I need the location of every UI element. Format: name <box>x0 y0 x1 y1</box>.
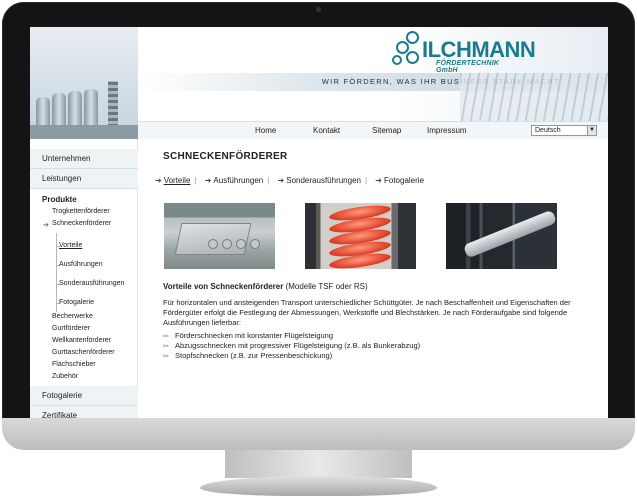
arrow-right-icon: ➔ <box>277 176 285 185</box>
intro-heading: Vorteile von Schneckenförderer <box>163 282 284 291</box>
nav-impressum[interactable]: Impressum <box>427 126 467 135</box>
page-title: SCHNECKENFÖRDERER <box>163 151 288 162</box>
product-photo-trough[interactable] <box>164 203 275 269</box>
main-content: SCHNECKENFÖRDERER ➔ Vorteile | ➔ Ausführung… <box>138 139 608 418</box>
sidebar-item-zertifikate[interactable]: Zertifikate <box>30 406 138 418</box>
sidebar-item-schneckenfoerderer[interactable]: Schneckenförderer <box>52 220 111 227</box>
language-value: Deutsch <box>535 127 561 134</box>
arrow-right-icon: ➔ <box>43 222 49 229</box>
header-silo-image <box>30 27 138 139</box>
intro-line: Vorteile von Schneckenförderer (Modelle … <box>163 282 368 291</box>
product-photo-screw-flight[interactable] <box>305 203 416 269</box>
sidebar: Unternehmen Leistungen Produkte Trogkett… <box>30 139 138 418</box>
header-conveyor-image <box>460 73 608 121</box>
sidebar-subitem-ausfuehrungen[interactable]: Ausführungen <box>59 261 103 268</box>
tree-line <box>56 233 57 312</box>
intro-models: (Modelle TSF oder RS) <box>283 282 368 291</box>
nav-home[interactable]: Home <box>255 126 276 135</box>
sidebar-item-unternehmen[interactable]: Unternehmen <box>30 149 138 169</box>
separator: | <box>194 176 197 185</box>
sidebar-item-flachschieber[interactable]: Flachschieber <box>52 361 96 368</box>
sidebar-item-wellkantenfoerderer[interactable]: Wellkantenförderer <box>52 337 111 344</box>
ilchmann-logo[interactable]: ILCHMANN FÖRDERTECHNIK GmbH <box>392 31 536 74</box>
sidebar-item-leistungen[interactable]: Leistungen <box>30 169 138 189</box>
separator: | <box>267 176 270 185</box>
list-item: ═ Förderschnecken mit konstanter Flügelst… <box>163 331 333 340</box>
feature-list: ═ Förderschnecken mit konstanter Flügelst… <box>163 331 420 361</box>
list-item: ═ Stopfschnecken (z.B. zur Pressenbeschic… <box>163 351 333 360</box>
product-photo-tube-conveyor[interactable] <box>446 203 557 269</box>
nav-kontakt[interactable]: Kontakt <box>313 126 340 135</box>
monitor-stand-neck <box>225 450 412 478</box>
dash-icon: ═ <box>163 341 169 350</box>
subnav-vorteile[interactable]: Vorteile <box>164 176 191 185</box>
sidebar-item-trogkettenfoerderer[interactable]: Trogkettenförderer <box>52 208 110 215</box>
description-paragraph: Für horizontalen und ansteigenden Transp… <box>163 298 571 327</box>
arrow-right-icon: ➔ <box>375 176 382 185</box>
sidebar-item-gurttaschenfoerderer[interactable]: Gurttaschenförderer <box>52 349 115 356</box>
website-screen: ILCHMANN FÖRDERTECHNIK GmbH WIR FÖRDERN,… <box>30 27 608 418</box>
subnav-sonderausfuehrungen[interactable]: Sonderausführungen <box>286 176 361 185</box>
sidebar-item-becherwerke[interactable]: Becherwerke <box>52 313 93 320</box>
list-item: ═ Abzugsschnecken mit progressiver Flügel… <box>163 341 421 350</box>
separator: | <box>364 176 368 185</box>
sub-navigation: ➔ Vorteile | ➔ Ausführungen | ➔ Sonderausführ… <box>155 176 424 186</box>
camera-icon <box>316 7 321 12</box>
dash-icon: ═ <box>163 331 169 340</box>
sidebar-item-fotogalerie[interactable]: Fotogalerie <box>30 386 138 406</box>
top-navigation: Home Kontakt Sitemap Impressum Deutsch ▼ <box>138 121 608 139</box>
logo-subtitle: FÖRDERTECHNIK GmbH <box>436 60 500 74</box>
sidebar-item-zubehoer[interactable]: Zubehör <box>52 373 78 380</box>
arrow-right-icon: ➔ <box>204 176 212 185</box>
nav-sitemap[interactable]: Sitemap <box>372 126 401 135</box>
monitor-stand-foot <box>200 476 437 496</box>
arrow-right-icon: ➔ <box>155 176 162 185</box>
subnav-fotogalerie[interactable]: Fotogalerie <box>384 176 424 185</box>
sidebar-subitem-fotogalerie[interactable]: Fotogalerie <box>59 299 94 306</box>
sidebar-subitem-sonderausfuehrungen[interactable]: Sonderausführungen <box>59 280 124 287</box>
language-select[interactable]: Deutsch ▼ <box>531 125 597 136</box>
monitor-chin <box>2 418 635 450</box>
dash-icon: ═ <box>163 351 169 360</box>
sidebar-subitem-vorteile[interactable]: Vorteile <box>59 242 82 249</box>
photo-tube-body <box>462 209 557 259</box>
subnav-ausfuehrungen[interactable]: Ausführungen <box>213 176 263 185</box>
sidebar-section-produkte[interactable]: Produkte <box>42 195 77 204</box>
sidebar-item-gurtfoerderer[interactable]: Gurtförderer <box>52 325 90 332</box>
chevron-down-icon[interactable]: ▼ <box>587 126 596 135</box>
ground-strip <box>30 125 138 139</box>
